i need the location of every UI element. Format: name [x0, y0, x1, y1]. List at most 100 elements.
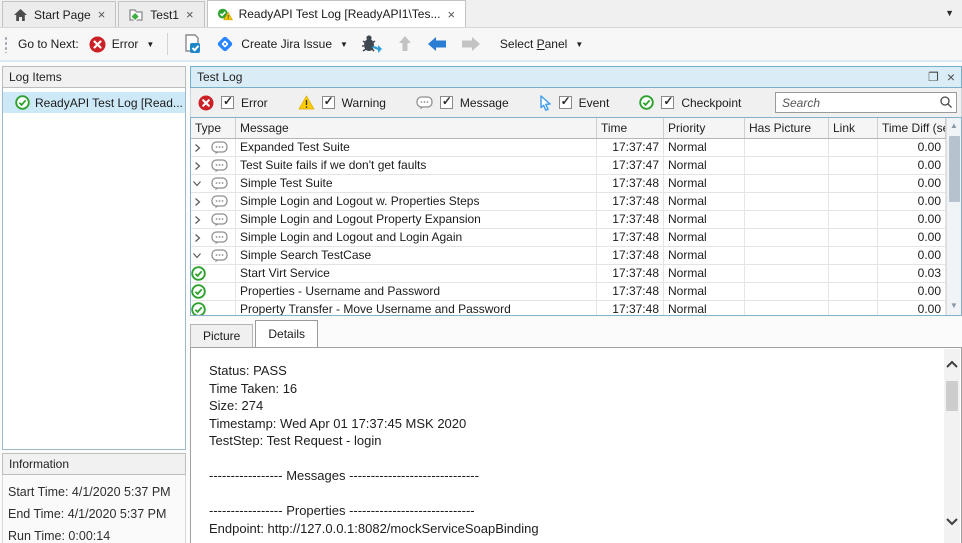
cell-priority: Normal: [664, 301, 745, 316]
message-icon: [211, 213, 228, 227]
close-panel-icon[interactable]: ×: [947, 71, 955, 83]
table-row[interactable]: Simple Login and Logout w. Properties St…: [191, 193, 961, 211]
column-header-type[interactable]: Type: [191, 118, 236, 138]
filter-label: Warning: [342, 96, 386, 110]
create-jira-issue-dropdown[interactable]: Create Jira Issue ▼: [209, 31, 354, 57]
select-panel-dropdown[interactable]: Select Panel ▼: [494, 34, 589, 54]
column-header-priority[interactable]: Priority: [664, 118, 745, 138]
tab-overflow-chevron-down-icon[interactable]: ▼: [945, 8, 954, 18]
up-level-button[interactable]: [390, 31, 420, 57]
create-test-report-button[interactable]: [175, 30, 209, 58]
cell-message: Simple Test Suite: [236, 175, 597, 192]
checkpoint-icon: [191, 266, 206, 281]
maximize-panel-icon[interactable]: ❐: [928, 71, 939, 83]
close-tab-icon[interactable]: ×: [446, 9, 456, 20]
table-row[interactable]: Simple Search TestCase17:37:48Normal0.00: [191, 247, 961, 265]
checkpoint-icon: [639, 95, 654, 110]
table-row[interactable]: Simple Login and Logout and Login Again1…: [191, 229, 961, 247]
cell-time: 17:37:48: [597, 283, 664, 300]
filter-checkbox-error[interactable]: [221, 96, 234, 109]
cell-time: 17:37:48: [597, 193, 664, 210]
tab-label: Test1: [150, 8, 179, 22]
column-header-time[interactable]: Time: [597, 118, 664, 138]
details-line: Size: 274: [209, 397, 961, 415]
filter-checkbox-message[interactable]: [440, 96, 453, 109]
arrow-left-icon: [426, 35, 448, 53]
cell-has-picture: [745, 175, 829, 192]
table-scrollbar[interactable]: ▲ ▼: [946, 118, 961, 315]
cell-time: 17:37:48: [597, 265, 664, 282]
cell-has-picture: [745, 283, 829, 300]
filter-checkbox-warning[interactable]: [322, 96, 335, 109]
checkpoint-icon: [191, 302, 206, 316]
document-tab-bar: Start Page×Test1×ReadyAPI Test Log [Read…: [0, 0, 962, 28]
details-line: Endpoint: http://127.0.0.1:8082/mockServ…: [209, 520, 961, 538]
search-input[interactable]: [775, 92, 957, 113]
log-items-tree-item[interactable]: ReadyAPI Test Log [Read...: [3, 92, 185, 113]
table-row[interactable]: Properties - Username and Password17:37:…: [191, 283, 961, 301]
filter-checkbox-event[interactable]: [559, 96, 572, 109]
chevron-down-expander-icon[interactable]: [191, 251, 203, 260]
jira-icon: [215, 34, 235, 54]
tab-start-page[interactable]: Start Page×: [2, 1, 116, 27]
tab-readyapi-test-log-readyapi1-tes[interactable]: ReadyAPI Test Log [ReadyAPI1\Tes...×: [207, 0, 466, 27]
cell-time-diff: 0.00: [878, 247, 946, 264]
column-header-message[interactable]: Message: [236, 118, 597, 138]
table-row[interactable]: Start Virt Service17:37:48Normal0.03: [191, 265, 961, 283]
navigate-forward-button[interactable]: [454, 32, 488, 56]
scroll-up-icon[interactable]: ▲: [947, 120, 961, 132]
column-header-time-diff[interactable]: Time Diff (sec): [878, 118, 946, 138]
table-row[interactable]: Property Transfer - Move Username and Pa…: [191, 301, 961, 316]
cell-has-picture: [745, 265, 829, 282]
error-icon: [198, 95, 214, 111]
close-tab-icon[interactable]: ×: [185, 9, 195, 20]
chevron-right-icon[interactable]: [191, 233, 203, 243]
table-row[interactable]: Expanded Test Suite17:37:47Normal0.00: [191, 139, 961, 157]
readyapi-window: Start Page×Test1×ReadyAPI Test Log [Read…: [0, 0, 962, 543]
scroll-down-icon[interactable]: [945, 515, 959, 529]
tab-strip: Start Page×Test1×ReadyAPI Test Log [Read…: [0, 0, 466, 27]
filter-event: Event: [539, 95, 610, 111]
tab-test1[interactable]: Test1 ×: [118, 1, 204, 27]
chevron-right-icon[interactable]: [191, 161, 203, 171]
share-bug-button[interactable]: [354, 31, 390, 57]
details-scrollbar[interactable]: [944, 349, 960, 543]
filter-checkbox-checkpoint[interactable]: [661, 96, 674, 109]
cell-time-diff: 0.03: [878, 265, 946, 282]
filter-label: Error: [241, 96, 268, 110]
table-row[interactable]: Simple Login and Logout Property Expansi…: [191, 211, 961, 229]
details-line: [209, 450, 961, 468]
chevron-right-icon[interactable]: [191, 197, 203, 207]
goto-next-value: Error: [112, 37, 139, 51]
detail-tab-details[interactable]: Details: [255, 320, 318, 347]
cell-has-picture: [745, 157, 829, 174]
cell-time-diff: 0.00: [878, 211, 946, 228]
table-row[interactable]: Test Suite fails if we don't get faults1…: [191, 157, 961, 175]
close-tab-icon[interactable]: ×: [97, 9, 107, 20]
scrollbar-thumb[interactable]: [949, 136, 960, 202]
cell-message: Simple Login and Logout Property Expansi…: [236, 211, 597, 228]
goto-next-dropdown[interactable]: Error ▼: [83, 33, 161, 56]
cell-priority: Normal: [664, 229, 745, 246]
detail-tab-picture[interactable]: Picture: [190, 324, 253, 347]
navigate-back-button[interactable]: [420, 32, 454, 56]
cell-priority: Normal: [664, 283, 745, 300]
test-log-panel-title: Test Log: [197, 70, 920, 84]
chevron-right-icon[interactable]: [191, 215, 203, 225]
cell-has-picture: [745, 247, 829, 264]
message-icon: [211, 249, 228, 263]
chevron-down-expander-icon[interactable]: [191, 179, 203, 188]
toolbar-grip-handle[interactable]: [3, 35, 8, 53]
checkpoint-icon: [15, 95, 30, 110]
scroll-up-icon[interactable]: [945, 357, 959, 371]
filter-checkpoint: Checkpoint: [639, 95, 741, 110]
scroll-down-icon[interactable]: ▼: [947, 300, 961, 312]
log-table-body: Expanded Test Suite17:37:47Normal0.00Tes…: [191, 139, 961, 316]
scrollbar-thumb[interactable]: [946, 381, 958, 411]
column-header-has-picture[interactable]: Has Picture: [745, 118, 829, 138]
table-row[interactable]: Simple Test Suite17:37:48Normal0.00: [191, 175, 961, 193]
column-header-link[interactable]: Link: [829, 118, 878, 138]
chevron-right-icon[interactable]: [191, 143, 203, 153]
arrow-up-icon: [396, 34, 414, 54]
search-icon[interactable]: [939, 95, 953, 112]
